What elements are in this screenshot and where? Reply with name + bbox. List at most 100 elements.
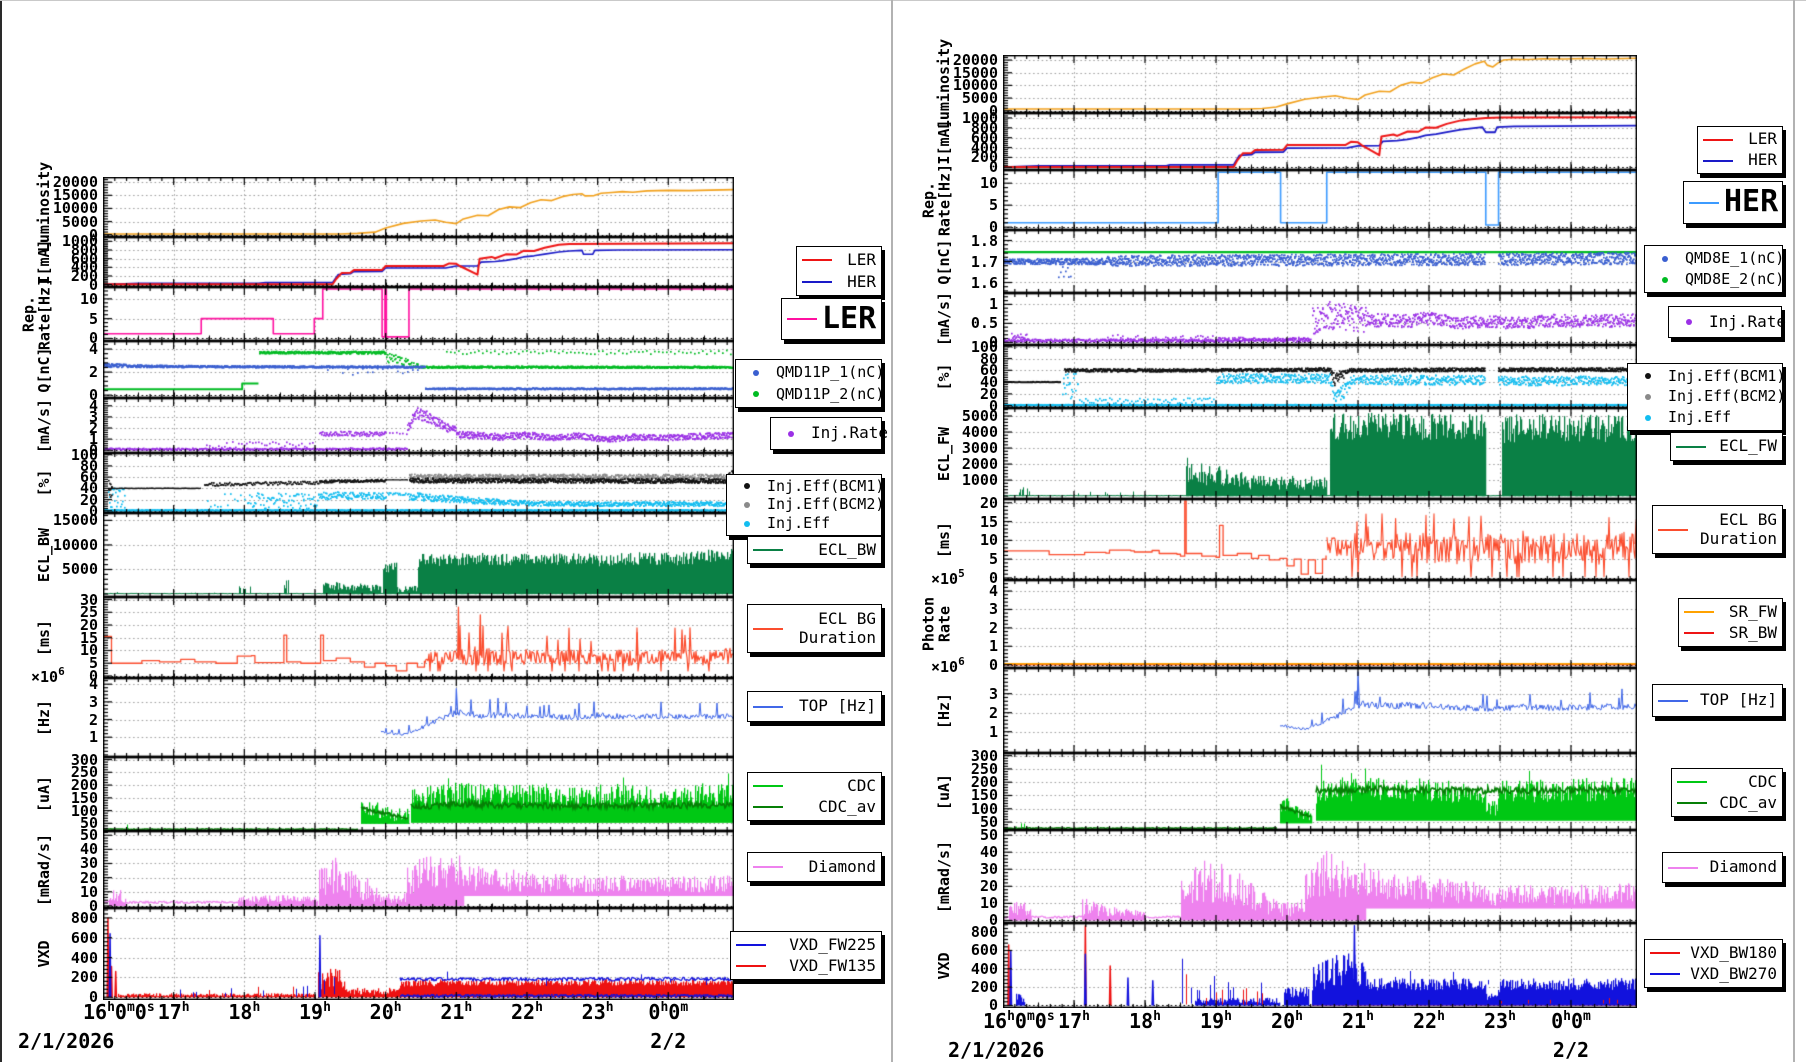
legend-cdc-label: CDC_av	[818, 797, 876, 817]
cdcd-line-sample	[753, 806, 783, 809]
plot-canvas-diamond	[103, 831, 734, 908]
x-tick-label: 21h	[440, 1000, 473, 1024]
x-tick-label: 23h	[581, 1000, 614, 1024]
legend-inj-rate-entry: Inj.Rate	[1674, 309, 1786, 335]
plot-canvas-inj-eff	[103, 453, 734, 513]
plot-canvas-ecl-fw	[1003, 408, 1637, 499]
legend-ler-her-entry: HER	[802, 271, 876, 293]
legend-ecl-fw: ECL_FW	[1670, 432, 1783, 461]
y-tick-label: 20	[979, 877, 998, 896]
y-tick-label: 3000	[961, 439, 998, 458]
x-tick-label: 22h	[1413, 1009, 1445, 1033]
legend-ler-big-entry: LER	[787, 301, 876, 337]
date-label-midnight: 2/2	[650, 1029, 687, 1053]
vred-line-sample	[736, 965, 766, 968]
x-tick-label: 0h0m	[648, 1000, 689, 1024]
legend-cdc-label: CDC	[1748, 771, 1777, 791]
plot-canvas-charge	[1003, 230, 1637, 293]
y-tick-label: 10	[979, 894, 998, 913]
plot-canvas-charge	[103, 341, 734, 398]
y-tick-label: 2	[988, 703, 998, 722]
legend-vxd-entry: VXD_BW270	[1650, 964, 1777, 986]
x-tick-label: 17h	[1058, 1009, 1090, 1033]
legend-ler-her: LER HER	[1697, 126, 1783, 174]
legend-qmd-entry: QMD11P_2(nC)	[741, 384, 884, 406]
x-tick-label: 18h	[228, 1000, 261, 1024]
legend-cdc: CDC CDC_av	[1671, 768, 1783, 817]
x-tick-label: 16h0m0s	[983, 1009, 1055, 1033]
legend-vxd-label: VXD_BW180	[1690, 942, 1777, 962]
y-tick-label: 10000	[52, 535, 98, 554]
x-tick-label: 18h	[1129, 1009, 1161, 1033]
ecl-line-sample	[753, 549, 783, 551]
legend-vxd-entry: VXD_FW225	[736, 934, 876, 956]
y-tick-label: 400	[70, 948, 98, 967]
plot-canvas-inj-rate	[103, 398, 734, 453]
legend-top: TOP [Hz]	[1652, 684, 1783, 717]
ecl-line-sample	[1676, 445, 1706, 448]
legend-sr-label: SR_BW	[1728, 623, 1777, 643]
legend-cdc-label: CDC	[847, 775, 876, 795]
legend-inj-rate-label: Inj.Rate	[1709, 311, 1787, 331]
y-tick-label: 5	[88, 309, 98, 328]
y-tick-label: 50	[979, 826, 998, 845]
legend-ler-her-label: LER	[847, 249, 876, 269]
y-tick-label: 2	[988, 618, 998, 637]
y-tick-label: 1.8	[970, 231, 998, 250]
legend-cdc: CDC CDC_av	[747, 772, 882, 821]
vblue-line-sample	[1650, 973, 1680, 976]
legend-vxd: VXD_BW180 VXD_BW270	[1644, 939, 1783, 988]
plot-canvas-ecl-bg	[103, 597, 734, 678]
y-tick-label: 20	[979, 493, 998, 512]
legend-cdc-entry: CDC_av	[1677, 793, 1777, 815]
legend-inj-eff: Inj.Eff(BCM1) Inj.Eff(BCM2) Inj.Eff	[726, 474, 885, 536]
legend-vxd-label: VXD_FW135	[789, 956, 876, 976]
legend-ecl-bg-entry: ECL BG Duration	[753, 607, 876, 650]
legend-top-label: TOP [Hz]	[1699, 690, 1777, 710]
legend-diamond-label: Diamond	[1709, 857, 1777, 877]
y-tick-label: 400	[970, 959, 998, 978]
plot-canvas-ecl-bg	[1003, 499, 1637, 580]
purple-dot-sample	[1674, 319, 1704, 325]
legend-sr-label: SR_FW	[1728, 601, 1777, 621]
topblue-line-sample	[1658, 699, 1688, 702]
legend-cdc-entry: CDC	[753, 775, 876, 797]
y-tick-label: 30	[979, 860, 998, 879]
legend-ler-her-entry: LER	[1703, 129, 1777, 150]
legend-qmd-label: QMD8E_2(nC)	[1685, 269, 1785, 288]
plot-canvas-rep-rate	[103, 287, 734, 341]
plot-canvas-inj-eff	[1003, 345, 1637, 408]
red-line-sample	[1684, 632, 1714, 635]
y-tick-label: 4000	[961, 423, 998, 442]
legend-inj-rate-entry: Inj.Rate	[776, 420, 888, 447]
legend-ler-big-label: LER	[822, 300, 877, 336]
legend-inj-rate: Inj.Rate	[770, 417, 888, 450]
legend-cdc-entry: CDC	[1677, 771, 1777, 793]
legend-ler-her-entry: LER	[802, 249, 876, 271]
y-tick-label: 800	[70, 908, 98, 927]
legend-cdc-entry: CDC_av	[753, 797, 876, 819]
legend-qmd: QMD8E_1(nC) QMD8E_2(nC)	[1644, 245, 1785, 293]
hblue-line-sample	[802, 281, 832, 283]
legend-top-label: TOP [Hz]	[798, 696, 876, 716]
legend-vxd-label: VXD_BW270	[1690, 964, 1777, 984]
date-label-start: 2/1/2026	[18, 1029, 115, 1053]
y-tick-label: 40	[979, 843, 998, 862]
legend-ecl-bg-entry: ECL BG Duration	[1658, 508, 1777, 551]
y-tick-label: 2	[88, 363, 98, 382]
vblue-line-sample	[736, 943, 766, 946]
y-tick-label: 5000	[961, 407, 998, 425]
legend-diamond-entry: Diamond	[753, 855, 876, 879]
y-tick-label: 1.6	[970, 273, 998, 292]
date-label-start: 2/1/2026	[948, 1038, 1045, 1062]
vred-line-sample	[1650, 951, 1680, 954]
y-tick-label: 4	[88, 675, 98, 694]
y-tick-label: 3	[988, 600, 998, 619]
legend-ler-her-label: LER	[1748, 129, 1777, 149]
gray-dot-sample	[732, 502, 762, 508]
y-tick-label: 0.5	[970, 314, 998, 333]
legend-ecl-bg-label: ECL BG Duration	[1699, 510, 1777, 548]
legend-inj-eff-label: Inj.Eff(BCM1)	[767, 476, 885, 495]
topblue-line-sample	[753, 705, 783, 708]
qblue-dot-sample	[1650, 255, 1680, 262]
